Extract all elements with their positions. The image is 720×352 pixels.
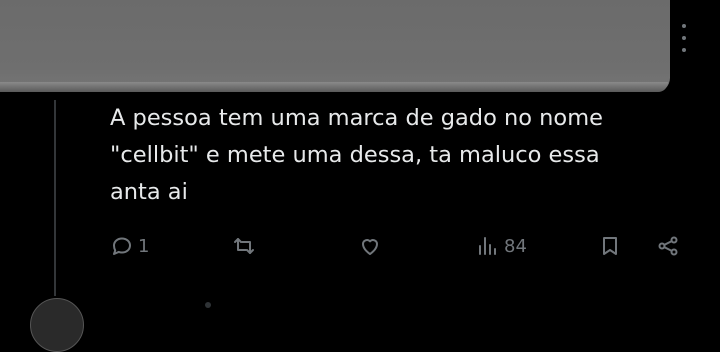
share-icon	[658, 236, 678, 256]
retweet-button[interactable]	[232, 228, 260, 264]
views-chart-icon	[479, 237, 496, 255]
views-count: 84	[504, 235, 527, 257]
bookmark-button[interactable]	[598, 228, 622, 264]
thread-connector-line	[54, 100, 56, 296]
like-button[interactable]	[358, 228, 386, 264]
share-button[interactable]	[656, 228, 680, 264]
reply-icon	[113, 237, 131, 255]
views-button[interactable]: 84	[476, 228, 527, 264]
avatar[interactable]	[30, 298, 84, 352]
retweet-icon	[234, 238, 254, 254]
more-options-icon[interactable]	[676, 24, 692, 52]
post-media-image[interactable]	[0, 0, 670, 92]
post-actions-bar: 1 84	[0, 228, 720, 264]
heart-icon	[362, 239, 378, 255]
next-post-marker	[205, 302, 211, 308]
post-text: A pessoa tem uma marca de gado no nome "…	[110, 105, 603, 205]
reply-button[interactable]: 1	[110, 228, 149, 264]
reply-count: 1	[138, 235, 150, 257]
media-bottom-edge	[0, 82, 668, 92]
bookmark-icon	[603, 237, 617, 255]
